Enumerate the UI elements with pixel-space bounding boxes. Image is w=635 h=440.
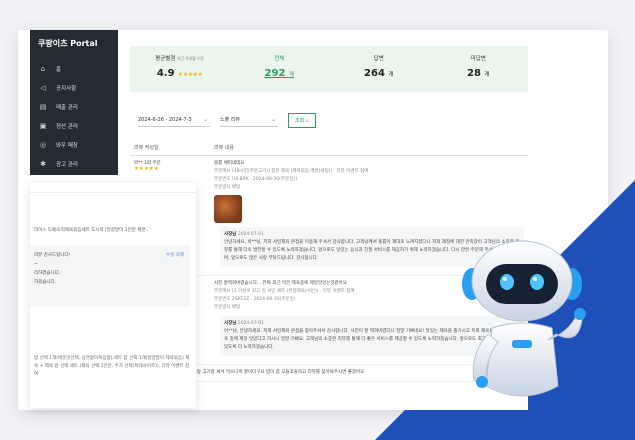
sidebar: 쿠팡이츠 Portal ⌂ 홈 ◁ 공지사항 ▤ 매출 관리 ▣ 정산 관리 ◎… xyxy=(30,30,118,175)
date-range-select[interactable]: 2024-6-26 - 2024-7-3 ⌄ xyxy=(138,113,210,127)
star-rating-icon: ★★★★★ xyxy=(134,166,159,172)
sidebar-item-sales[interactable]: ▤ 매출 관리 xyxy=(30,97,118,116)
card-header xyxy=(30,183,196,193)
answered-label: 답변 xyxy=(373,56,384,62)
sales-icon: ▤ xyxy=(39,102,47,111)
home-icon: ⌂ xyxy=(40,64,46,73)
sidebar-item-label: 홈 xyxy=(56,66,62,73)
date-range-value: 2024-6-26 - 2024-7-3 xyxy=(138,117,192,123)
avg-sub: 최근 6개월 기준 xyxy=(177,56,205,61)
sidebar-item-label: 광고 관리 xyxy=(56,161,78,168)
unit-label: 개 xyxy=(484,72,490,78)
avg-label: 평균별점 xyxy=(155,56,176,62)
megaphone-icon: ◁ xyxy=(40,83,46,92)
robot-mascot-icon xyxy=(462,240,586,397)
search-icon: ⌕ xyxy=(305,117,309,124)
unanswered-label: 미답변 xyxy=(470,56,486,62)
coupon-icon: ◎ xyxy=(39,140,47,149)
stat-unanswered[interactable]: 미답변 28 개 xyxy=(429,46,529,92)
unit-label: 개 xyxy=(388,72,394,78)
brand-title: 쿠팡이츠 Portal xyxy=(38,39,98,48)
order-items: 밥 선택 1개(매운맛선택, 상관없이복음밥),세트 밥 선택 1개(달걀말이 … xyxy=(34,356,190,377)
review-type-select[interactable]: 노출 리뷰 ⌄ xyxy=(220,113,278,127)
col-content: 리뷰 내용 xyxy=(214,145,234,151)
reply-actions[interactable]: 수정 삭제 xyxy=(166,251,184,260)
sidebar-item-settlement[interactable]: ▣ 정산 관리 xyxy=(30,116,118,135)
review-type-value: 노출 리뷰 xyxy=(220,117,240,123)
order-items: 주문메뉴 [4B사진(주문고기)] 힘문 제육 (제육볶음,백반(세팅)) · … xyxy=(214,169,369,174)
reply-line: 리하겠습니다. xyxy=(34,271,61,276)
filter-bar: 2024-6-26 - 2024-7-3 ⌄ 노출 리뷰 ⌄ 조회 ⌕ xyxy=(130,110,528,130)
avg-value: 4.9 xyxy=(156,68,175,79)
order-items: 리이스 5개)오직제육볶음세트 도시락 [달걀말이 1인분 제면.. xyxy=(34,228,149,233)
sidebar-item-wow[interactable]: ◎ 와우 매장 xyxy=(30,135,118,154)
stats-bar: 평균별점 최근 6개월 기준 4.9 ★★★★★ 전체 292 개 답변 264… xyxy=(130,46,528,92)
sidebar-item-label: 매출 관리 xyxy=(56,104,78,111)
sidebar-item-label: 정산 관리 xyxy=(56,123,78,130)
total-label: 전체 xyxy=(274,56,285,62)
settlement-icon: ▣ xyxy=(39,121,47,130)
sidebar-item-label: 와우 매장 xyxy=(56,142,78,149)
unanswered-value: 28 xyxy=(467,68,481,79)
left-review-card: 리이스 5개)오직제육볶음세트 도시락 [달걀말이 1인분 제면.. 수정 삭제… xyxy=(30,183,196,408)
total-value: 292 xyxy=(264,68,286,79)
chevron-down-icon: ⌄ xyxy=(270,116,276,123)
answered-value: 264 xyxy=(364,68,385,79)
stat-average: 평균별점 최근 6개월 기준 4.9 ★★★★★ xyxy=(130,46,230,92)
owner-reply: 수정 삭제 리뷰 감사드립니다! ~ 리하겠습니다. 하겠습니다. xyxy=(30,245,190,307)
reply-line: ~ xyxy=(34,262,38,267)
sidebar-item-label: 공지사항 xyxy=(56,85,77,92)
reply-author: 사장님 xyxy=(224,321,237,326)
reply-line: 리뷰 감사드립니다! xyxy=(34,253,71,258)
screenshot-stage: 쿠팡이츠 Portal ⌂ 홈 ◁ 공지사항 ▤ 매출 관리 ▣ 정산 관리 ◎… xyxy=(0,0,635,440)
reply-date: 2024-07-01 xyxy=(237,232,265,237)
order-number: 주문번호 [ULBRK · 2024-06-30(주문일)] xyxy=(214,177,297,182)
unit-label: 개 xyxy=(288,72,294,78)
sidebar-item-home[interactable]: ⌂ 홈 xyxy=(30,59,118,78)
stat-total[interactable]: 전체 292 개 xyxy=(230,46,330,92)
sidebar-item-ads[interactable]: ✱ 광고 관리 xyxy=(30,154,118,173)
table-header: 리뷰 작성일 리뷰 내용 xyxy=(130,140,528,156)
review-photo[interactable] xyxy=(214,195,242,223)
sidebar-item-notice[interactable]: ◁ 공지사항 xyxy=(30,78,118,97)
stat-answered[interactable]: 답변 264 개 xyxy=(329,46,429,92)
query-label: 조회 xyxy=(295,117,305,124)
reply-author: 사장님 xyxy=(224,232,237,237)
star-rating-icon: ★★★★★ xyxy=(178,72,203,78)
reply-line: 하겠습니다. xyxy=(34,280,57,285)
promo-icon: ✱ xyxy=(40,159,46,168)
delivery-type: 주문방식 배달 xyxy=(214,185,241,190)
chevron-down-icon: ⌄ xyxy=(202,116,208,123)
query-button[interactable]: 조회 ⌕ xyxy=(288,112,316,128)
reply-date: 2024-07-01 xyxy=(237,321,265,326)
review-title: 볼륨 체피네데요 xyxy=(214,161,245,166)
col-author: 리뷰 작성일 xyxy=(134,145,159,151)
